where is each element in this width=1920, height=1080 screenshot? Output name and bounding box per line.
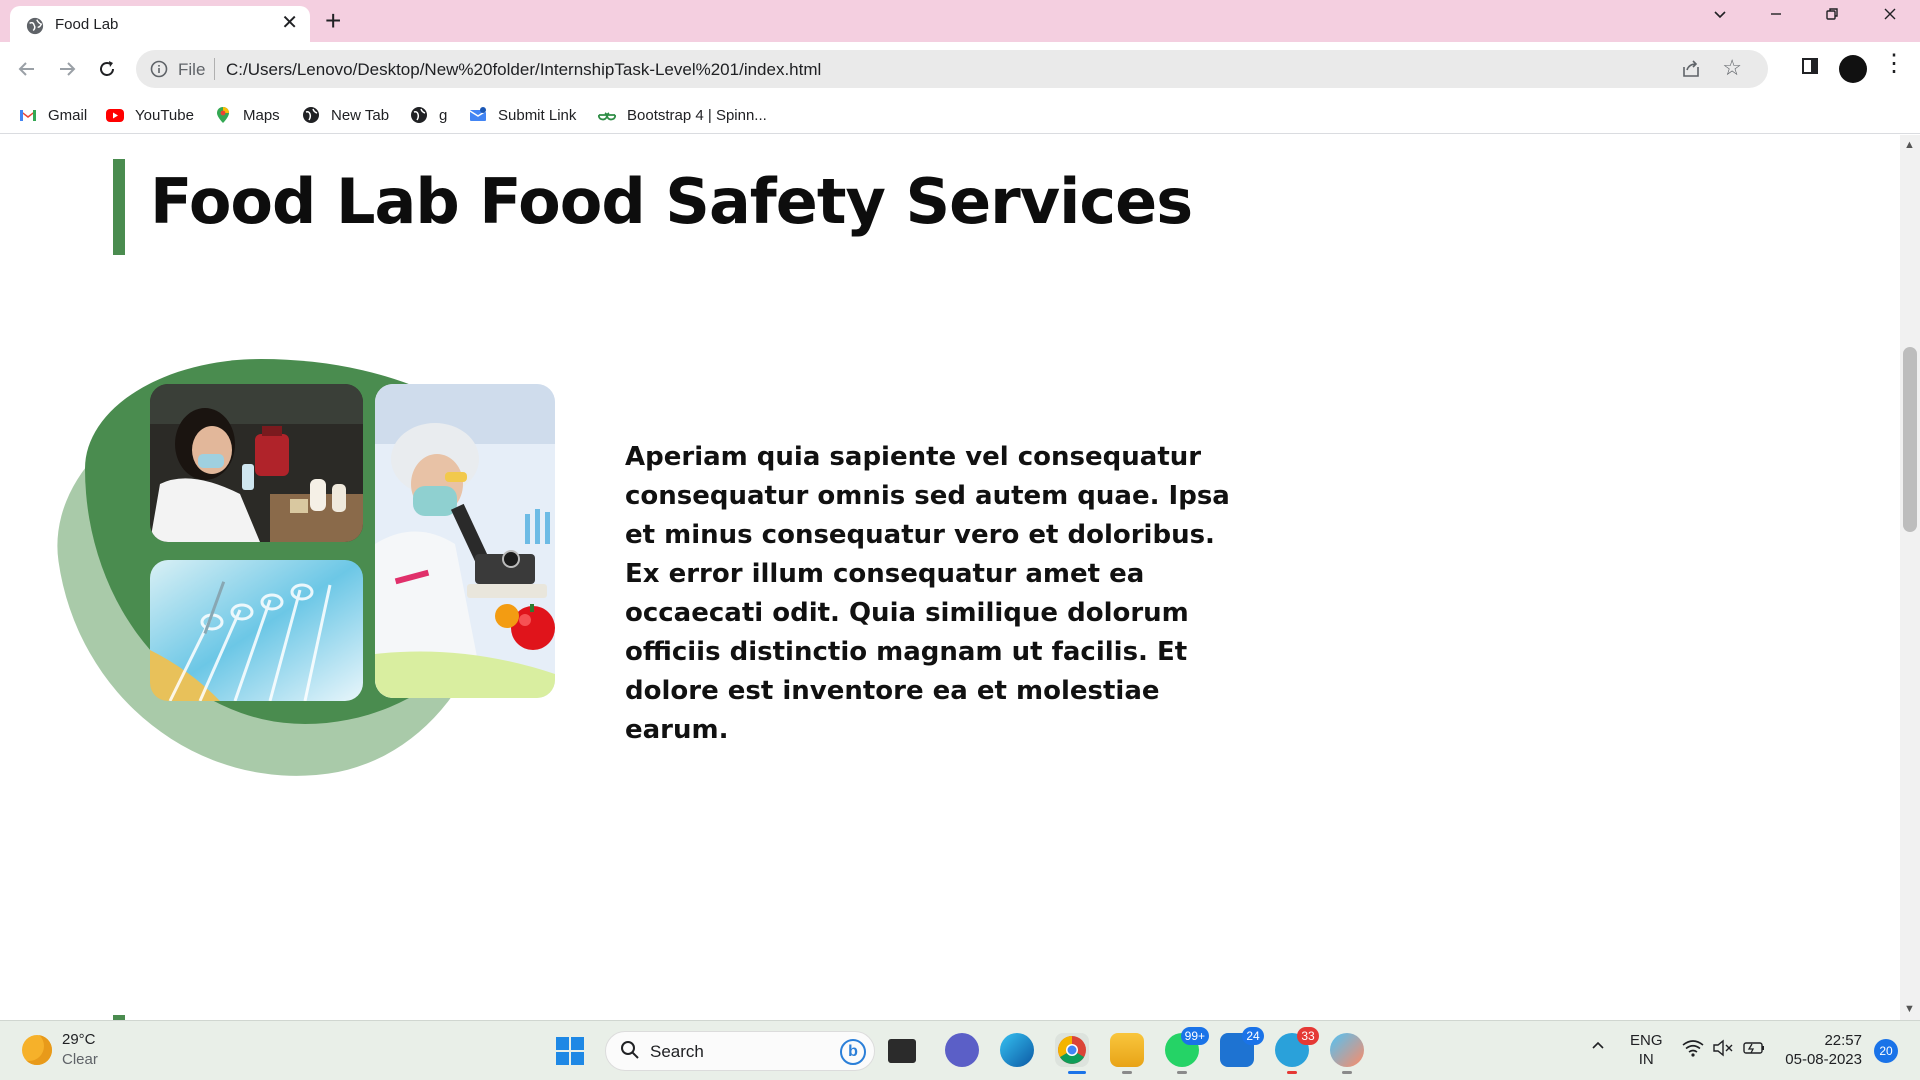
notification-count-badge[interactable]: 20 xyxy=(1874,1039,1898,1063)
bing-icon[interactable]: b xyxy=(840,1039,866,1065)
bookmark-bootstrap[interactable]: Bootstrap 4 | Spinn... xyxy=(597,104,767,126)
bookmarks-bar: Gmail YouTube Maps New Tab g Submit Link xyxy=(0,96,1920,134)
bookmark-label: New Tab xyxy=(331,106,390,124)
wifi-icon[interactable] xyxy=(1682,1039,1704,1062)
clock[interactable]: 22:57 05-08-2023 xyxy=(1780,1031,1862,1069)
profile-avatar[interactable] xyxy=(1839,55,1867,83)
weather-widget[interactable]: 29°C Clear xyxy=(22,1030,98,1070)
side-panel-icon[interactable] xyxy=(1800,56,1820,81)
tab-food-lab[interactable]: Food Lab ✕ xyxy=(10,6,310,42)
bookmark-label: Submit Link xyxy=(498,106,577,124)
taskbar-search-box[interactable]: Search b xyxy=(605,1031,875,1071)
tab-title: Food Lab xyxy=(55,16,119,33)
bookmark-label: Maps xyxy=(243,106,280,124)
whatsapp-badge: 99+ xyxy=(1180,1027,1209,1045)
telegram-badge: 33 xyxy=(1297,1027,1319,1045)
mail-icon[interactable]: 24 xyxy=(1220,1027,1264,1067)
telegram-icon[interactable]: 33 xyxy=(1275,1027,1319,1067)
toolbar: File C:/Users/Lenovo/Desktop/New%20folde… xyxy=(0,42,1920,96)
close-window-icon[interactable] xyxy=(1870,6,1910,27)
weather-temperature: 29°C xyxy=(62,1031,96,1048)
bookmark-youtube[interactable]: YouTube xyxy=(105,104,194,126)
region-code: IN xyxy=(1638,1051,1654,1068)
forward-icon[interactable] xyxy=(52,54,82,84)
telegram-running-indicator xyxy=(1287,1071,1297,1074)
clock-time: 22:57 xyxy=(1824,1032,1862,1049)
info-icon[interactable] xyxy=(150,60,168,78)
submit-link-icon xyxy=(469,107,487,121)
address-bar[interactable]: File C:/Users/Lenovo/Desktop/New%20folde… xyxy=(136,50,1768,88)
tab-search-chevron-icon[interactable] xyxy=(1700,6,1740,27)
globe-icon xyxy=(26,17,44,35)
microscope-scientist-photo xyxy=(375,384,555,698)
test-tubes-photo xyxy=(150,560,363,701)
tray-chevron-icon[interactable] xyxy=(1590,1037,1606,1058)
bookmark-label: Gmail xyxy=(48,106,88,124)
page-scrollbar[interactable]: ▲ ▼ xyxy=(1900,135,1920,1020)
back-icon[interactable] xyxy=(12,54,42,84)
url-separator xyxy=(214,58,215,80)
bookmark-new-tab[interactable]: New Tab xyxy=(301,104,389,126)
clock-date: 05-08-2023 xyxy=(1785,1051,1862,1068)
language-indicator[interactable]: ENG IN xyxy=(1630,1031,1663,1069)
scroll-up-arrow-icon[interactable]: ▲ xyxy=(1904,139,1915,151)
mail-badge: 24 xyxy=(1242,1027,1264,1045)
paint-icon[interactable] xyxy=(1330,1033,1364,1067)
language-code: ENG xyxy=(1630,1032,1663,1049)
search-label: Search xyxy=(650,1042,704,1061)
minimize-icon[interactable] xyxy=(1756,6,1796,27)
menu-icon[interactable]: ⋮ xyxy=(1882,52,1906,76)
restore-icon[interactable] xyxy=(1812,6,1852,27)
bookmark-star-icon[interactable]: ☆ xyxy=(1722,55,1742,81)
globe-icon xyxy=(303,107,319,123)
geeksforgeeks-icon xyxy=(597,112,617,121)
url-text[interactable]: C:/Users/Lenovo/Desktop/New%20folder/Int… xyxy=(226,60,821,80)
intro-paragraph: Aperiam quia sapiente vel consequatur co… xyxy=(625,442,1230,745)
chrome-icon[interactable] xyxy=(1055,1033,1089,1067)
tab-strip: Food Lab ✕ + xyxy=(0,0,1920,42)
gmail-icon xyxy=(20,110,36,121)
reload-icon[interactable] xyxy=(92,54,122,84)
windows-taskbar: 29°C Clear Search b 99+ 24 33 ENG IN 22:… xyxy=(0,1020,1920,1080)
bookmark-label: YouTube xyxy=(135,106,194,124)
bookmark-label: Bootstrap 4 | Spinn... xyxy=(627,106,767,124)
share-icon[interactable] xyxy=(1680,58,1702,80)
heading-accent-bar xyxy=(113,159,125,255)
maps-icon xyxy=(217,107,229,123)
youtube-icon xyxy=(106,109,124,122)
scroll-down-arrow-icon[interactable]: ▼ xyxy=(1904,1003,1915,1015)
bookmark-maps[interactable]: Maps xyxy=(213,104,280,126)
paint-running-indicator xyxy=(1342,1071,1352,1074)
lab-testing-photo xyxy=(150,384,363,542)
bookmark-label: g xyxy=(439,106,448,124)
windows-start-icon[interactable] xyxy=(555,1036,585,1066)
whatsapp-icon[interactable]: 99+ xyxy=(1165,1027,1209,1067)
weather-description: Clear xyxy=(62,1051,98,1068)
volume-muted-icon[interactable] xyxy=(1712,1039,1734,1062)
page-title: Food Lab Food Safety Services xyxy=(150,165,1193,238)
file-explorer-icon[interactable] xyxy=(1110,1033,1144,1067)
bookmark-g[interactable]: g xyxy=(409,104,447,126)
explorer-running-indicator xyxy=(1122,1071,1132,1074)
url-scheme-label: File xyxy=(178,60,206,79)
web-page: Food Lab Food Safety Services Aperiam qu… xyxy=(0,135,1900,1020)
edge-icon[interactable] xyxy=(1000,1033,1034,1067)
bookmark-submit-link[interactable]: Submit Link xyxy=(468,104,576,126)
task-view-icon[interactable] xyxy=(888,1039,916,1063)
teams-chat-icon[interactable] xyxy=(945,1033,979,1067)
globe-icon xyxy=(411,107,427,123)
whatsapp-running-indicator xyxy=(1177,1071,1187,1074)
search-icon xyxy=(620,1040,640,1066)
chrome-active-indicator xyxy=(1068,1071,1086,1074)
tab-close-icon[interactable]: ✕ xyxy=(281,13,298,33)
scrollbar-thumb[interactable] xyxy=(1903,347,1917,532)
moon-weather-icon xyxy=(22,1035,52,1065)
bookmark-gmail[interactable]: Gmail xyxy=(18,104,87,126)
battery-icon[interactable] xyxy=(1742,1039,1766,1062)
new-tab-button[interactable]: + xyxy=(325,7,341,35)
